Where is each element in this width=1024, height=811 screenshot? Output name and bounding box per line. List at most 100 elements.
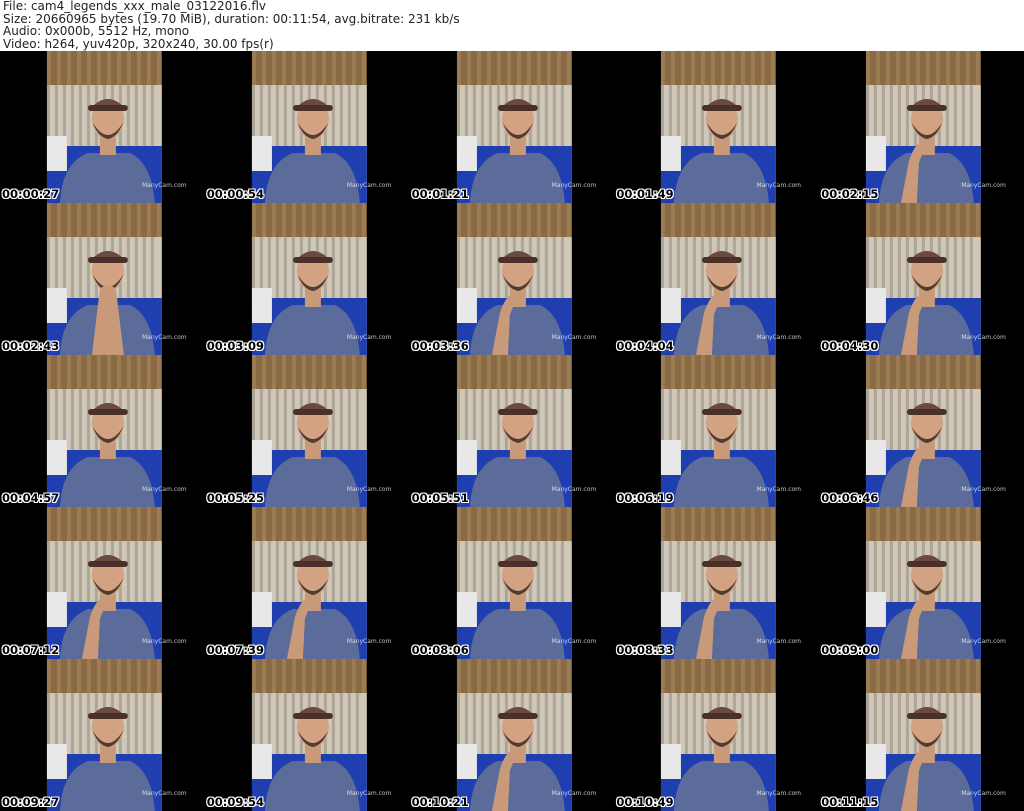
thumbnail-frame-image — [819, 507, 1024, 659]
video-info-line: Video: h264, yuv420p, 320x240, 30.00 fps… — [3, 36, 274, 51]
thumbnail-frame-image — [409, 355, 615, 507]
video-thumbnail: ManyCam.com 00:02:15 — [819, 51, 1024, 203]
thumbnail-timestamp: 00:05:51 — [411, 491, 469, 505]
thumbnail-timestamp: 00:06:19 — [616, 491, 674, 505]
video-thumbnail: ManyCam.com 00:01:21 — [409, 51, 615, 203]
thumbnail-frame-image — [614, 507, 820, 659]
video-thumbnail: ManyCam.com 00:11:15 — [819, 659, 1024, 811]
watermark-text: ManyCam.com — [961, 790, 1006, 797]
thumbnail-timestamp: 00:03:09 — [206, 339, 265, 353]
video-thumbnail: ManyCam.com 00:06:19 — [614, 355, 820, 507]
watermark-text: ManyCam.com — [961, 334, 1006, 341]
file-name-line: File: cam4_legends_xxx_male_03122016.flv — [3, 0, 267, 13]
thumbnail-timestamp: 00:10:21 — [411, 795, 469, 809]
thumbnail-frame-image — [819, 203, 1024, 355]
video-thumbnail: ManyCam.com 00:09:54 — [204, 659, 410, 811]
video-thumbnail: ManyCam.com 00:01:49 — [614, 51, 820, 203]
thumbnail-timestamp: 00:07:12 — [2, 643, 60, 657]
thumbnail-timestamp: 00:09:00 — [821, 643, 879, 657]
video-thumbnail: ManyCam.com 00:08:33 — [614, 507, 820, 659]
watermark-text: ManyCam.com — [142, 638, 187, 645]
video-thumbnail: ManyCam.com 00:10:21 — [409, 659, 615, 811]
thumbnail-timestamp: 00:04:30 — [821, 339, 879, 353]
thumbnail-frame-image — [409, 659, 615, 811]
video-thumbnail: ManyCam.com 00:09:27 — [0, 659, 205, 811]
thumbnail-frame-image — [614, 51, 820, 203]
video-thumbnail: ManyCam.com 00:02:43 — [0, 203, 205, 355]
thumbnail-timestamp: 00:00:27 — [2, 187, 60, 201]
video-thumbnail: ManyCam.com 00:04:04 — [614, 203, 820, 355]
watermark-text: ManyCam.com — [142, 486, 187, 493]
watermark-text: ManyCam.com — [756, 486, 802, 493]
thumbnail-timestamp: 00:06:46 — [821, 491, 879, 505]
thumbnail-frame-image — [0, 355, 205, 507]
video-thumbnail: ManyCam.com 00:04:30 — [819, 203, 1024, 355]
thumbnail-frame-image — [0, 203, 205, 355]
watermark-text: ManyCam.com — [551, 638, 597, 645]
thumbnail-frame-image — [0, 507, 205, 659]
thumbnail-frame-image — [819, 51, 1024, 203]
watermark-text: ManyCam.com — [142, 790, 187, 797]
thumbnail-frame-image — [204, 203, 410, 355]
watermark-text: ManyCam.com — [142, 182, 187, 189]
watermark-text: ManyCam.com — [961, 638, 1006, 645]
thumbnail-timestamp: 00:03:36 — [411, 339, 469, 353]
watermark-text: ManyCam.com — [756, 182, 802, 189]
watermark-text: ManyCam.com — [756, 334, 802, 341]
thumbnail-timestamp: 00:07:39 — [206, 643, 265, 657]
thumbnail-frame-image — [204, 659, 410, 811]
thumbnail-frame-image — [614, 203, 820, 355]
thumbnail-timestamp: 00:01:49 — [616, 187, 674, 201]
watermark-text: ManyCam.com — [551, 182, 597, 189]
watermark-text: ManyCam.com — [551, 486, 597, 493]
thumbnail-frame-image — [204, 355, 410, 507]
thumbnail-frame-image — [204, 51, 410, 203]
thumbnail-frame-image — [409, 51, 615, 203]
video-thumbnail: ManyCam.com 00:10:49 — [614, 659, 820, 811]
video-thumbnail: ManyCam.com 00:00:54 — [204, 51, 410, 203]
video-thumbnail: ManyCam.com 00:00:27 — [0, 51, 205, 203]
thumbnail-frame-image — [409, 203, 615, 355]
video-thumbnail: ManyCam.com 00:06:46 — [819, 355, 1024, 507]
watermark-text: ManyCam.com — [346, 486, 392, 493]
watermark-text: ManyCam.com — [346, 182, 392, 189]
video-thumbnail: ManyCam.com 00:05:51 — [409, 355, 615, 507]
video-thumbnail: ManyCam.com 00:04:57 — [0, 355, 205, 507]
video-thumbnail: ManyCam.com 00:08:06 — [409, 507, 615, 659]
video-thumbnail: ManyCam.com 00:07:12 — [0, 507, 205, 659]
watermark-text: ManyCam.com — [346, 334, 392, 341]
thumbnail-timestamp: 00:00:54 — [206, 187, 265, 201]
thumbnail-frame-image — [614, 659, 820, 811]
thumbnail-timestamp: 00:01:21 — [411, 187, 469, 201]
thumbnail-timestamp: 00:08:06 — [411, 643, 469, 657]
thumbnail-timestamp: 00:08:33 — [616, 643, 674, 657]
watermark-text: ManyCam.com — [961, 486, 1006, 493]
thumbnail-frame-image — [614, 355, 820, 507]
thumbnail-timestamp: 00:05:25 — [206, 491, 265, 505]
thumbnail-timestamp: 00:02:43 — [2, 339, 60, 353]
thumbnail-timestamp: 00:09:27 — [2, 795, 60, 809]
thumbnail-grid: ManyCam.com 00:00:27 ManyCam.com 00:00:54 Ma… — [0, 51, 1024, 811]
watermark-text: ManyCam.com — [551, 790, 597, 797]
thumbnail-frame-image — [204, 507, 410, 659]
watermark-text: ManyCam.com — [551, 334, 597, 341]
watermark-text: ManyCam.com — [756, 790, 802, 797]
thumbnail-timestamp: 00:02:15 — [821, 187, 879, 201]
watermark-text: ManyCam.com — [346, 638, 392, 645]
thumbnail-frame-image — [819, 659, 1024, 811]
thumbnail-timestamp: 00:10:49 — [616, 795, 674, 809]
thumbnail-timestamp: 00:11:15 — [821, 795, 879, 809]
thumbnail-timestamp: 00:04:04 — [616, 339, 674, 353]
video-thumbnail: ManyCam.com 00:09:00 — [819, 507, 1024, 659]
video-thumbnail: ManyCam.com 00:07:39 — [204, 507, 410, 659]
watermark-text: ManyCam.com — [142, 334, 187, 341]
watermark-text: ManyCam.com — [961, 182, 1006, 189]
watermark-text: ManyCam.com — [346, 790, 392, 797]
thumbnail-timestamp: 00:04:57 — [2, 491, 60, 505]
audio-info-line: Audio: 0x000b, 5512 Hz, mono — [3, 24, 190, 39]
thumbnail-frame-image — [409, 507, 615, 659]
file-info-header: File: cam4_legends_xxx_male_03122016.flv… — [3, 0, 1021, 52]
thumbnail-timestamp: 00:09:54 — [206, 795, 265, 809]
video-thumbnail: ManyCam.com 00:05:25 — [204, 355, 410, 507]
watermark-text: ManyCam.com — [756, 638, 802, 645]
